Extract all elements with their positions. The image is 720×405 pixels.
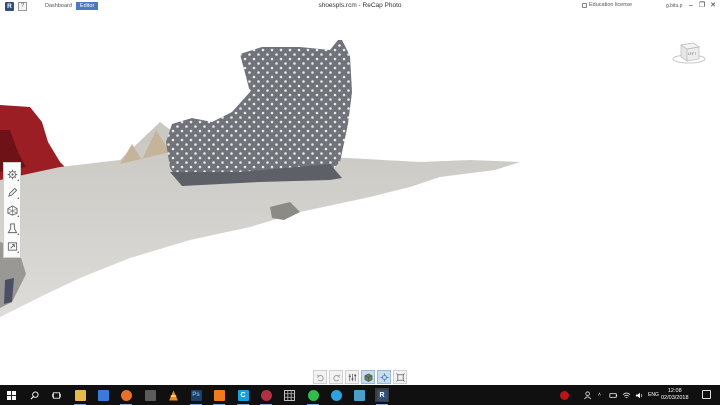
tool-export-button[interactable] [4,237,20,255]
taskbar-app-firefox[interactable] [119,388,133,405]
3d-viewport[interactable]: LEFT [0,12,720,384]
windows-taskbar: Ps C R ˄ ENG 12:08 02/03/2018 [0,385,720,405]
user-account[interactable]: g.bitu.p [666,3,682,9]
tool-edit-button[interactable] [4,183,20,201]
start-button[interactable] [4,388,18,402]
gear-icon [7,169,17,179]
boot-mesh [166,40,352,182]
taskbar-app-calculator[interactable] [143,388,157,402]
tray-app-red[interactable] [557,388,571,402]
taskbar-app-store[interactable] [96,388,110,402]
orbit-button[interactable] [377,370,391,384]
window-controls: – ❐ ✕ [687,1,717,10]
restore-icon[interactable]: ❐ [698,1,706,10]
recap-window: R ? Dashboard Editor shoespls.rcm - ReCa… [0,0,720,405]
taskbar-app-vlc[interactable] [166,388,180,402]
box-icon [353,389,365,401]
fit-button[interactable] [393,370,407,384]
bottom-toolbar [313,370,407,384]
grid-icon [283,389,295,401]
tab-editor[interactable]: Editor [75,2,99,10]
taskbar-clock[interactable]: 12:08 02/03/2018 [661,388,689,402]
ccleaner-icon: C [237,389,249,401]
tray-people-button[interactable] [581,388,595,402]
title-bar: R ? Dashboard Editor shoespls.rcm - ReCa… [0,0,720,12]
tray-chevron-icon[interactable]: ˄ [598,385,601,405]
tray-wifi[interactable] [619,388,633,402]
measure-icon [7,222,17,233]
polygon-icon [6,204,18,216]
taskbar-app-recap-photo[interactable]: R [375,388,389,405]
tray-volume[interactable] [632,388,646,402]
whatsapp-icon [307,389,319,401]
vlc-icon [168,390,178,400]
tool-palette [3,162,21,258]
tool-settings-button[interactable] [4,165,20,183]
search-icon [30,390,39,399]
wifi-icon [622,392,630,398]
recap-icon: R [376,389,388,401]
tray-red-icon [559,390,569,400]
pencil-icon [7,187,17,197]
undo-icon [316,373,324,381]
orbit-icon [379,372,389,382]
redo-button[interactable] [329,370,343,384]
windows-logo-icon [6,390,16,400]
redo-icon [332,373,340,381]
fit-icon [395,372,405,382]
calculator-icon [144,389,156,401]
license-icon [582,2,587,8]
export-icon [7,241,17,251]
taskbar-app-telegram[interactable] [329,388,343,402]
license-text: Education license [589,2,633,8]
task-view-icon [51,391,61,399]
task-view-button[interactable] [49,388,63,402]
notification-center-icon[interactable] [702,390,711,399]
app-icon [213,389,225,401]
telegram-icon [330,389,342,401]
sliders-icon [348,373,356,381]
tool-mesh-button[interactable] [4,201,20,219]
volume-icon [635,392,642,398]
store-icon [97,389,109,401]
help-button[interactable]: ? [18,2,27,11]
taskbar-app-box[interactable] [352,388,366,402]
adjust-button[interactable] [345,370,359,384]
taskbar-app-file-explorer[interactable] [73,388,87,405]
taskbar-app-photoshop[interactable]: Ps [189,388,203,405]
taskbar-app-sphere[interactable] [259,388,273,405]
sphere-icon [260,389,272,401]
tray-input-language[interactable]: ENG [648,385,659,405]
license-status[interactable]: Education license [582,2,632,8]
tab-dashboard[interactable]: Dashboard [41,2,76,10]
mesh-scene [0,40,520,317]
mode-tabs: Dashboard Editor [41,2,99,10]
undo-button[interactable] [313,370,327,384]
recap-logo-icon[interactable]: R [5,2,14,11]
taskbar-app-whatsapp[interactable] [306,388,320,405]
firefox-icon [120,389,132,401]
tray-battery[interactable] [606,388,620,402]
minimize-icon[interactable]: – [687,1,695,10]
render-mode-button[interactable] [361,370,375,384]
taskbar-app-orange[interactable] [212,388,226,405]
clock-time: 12:08 [667,388,682,394]
battery-icon [609,392,617,398]
tool-analyze-button[interactable] [4,219,20,237]
search-button[interactable] [27,388,41,402]
cube-icon [364,373,372,382]
people-icon [583,391,591,399]
taskbar-app-ccleaner[interactable]: C [236,388,250,405]
close-icon[interactable]: ✕ [709,1,717,10]
viewcube-face-label: LEFT [688,52,697,56]
clock-date: 02/03/2018 [661,395,689,401]
folder-icon [74,389,86,401]
taskbar-app-grid[interactable] [282,388,296,402]
photoshop-icon: Ps [190,389,202,401]
viewcube-icon[interactable]: LEFT [671,39,707,65]
